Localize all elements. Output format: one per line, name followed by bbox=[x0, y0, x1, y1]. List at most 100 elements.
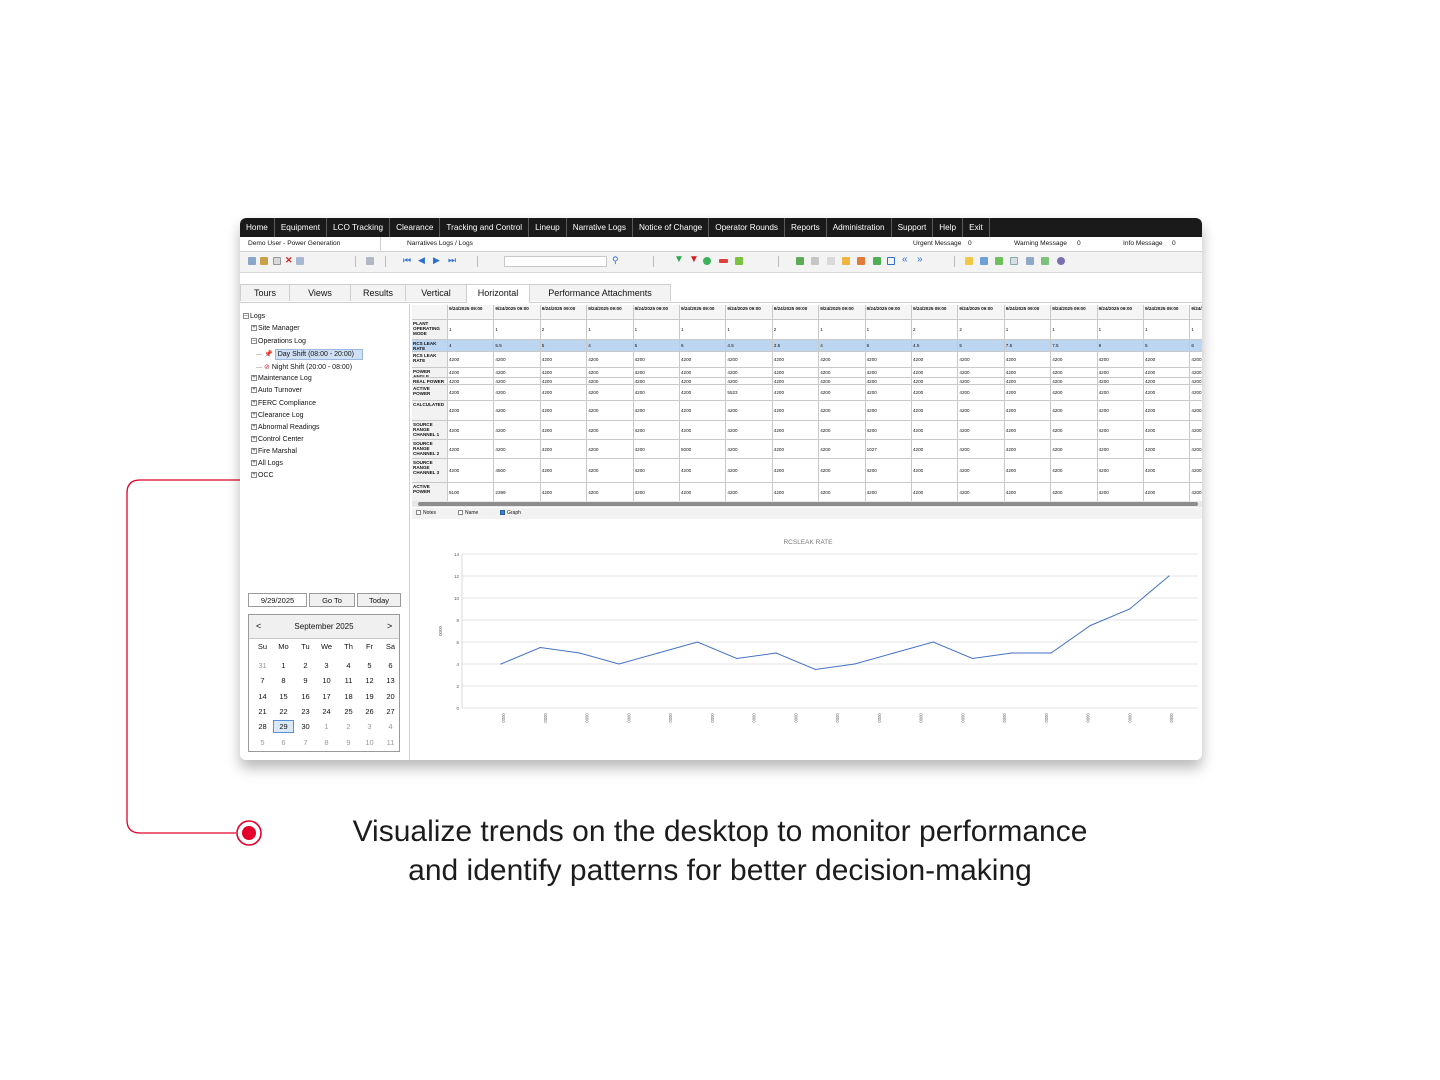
check-icon[interactable] bbox=[811, 257, 819, 265]
grid-cell[interactable]: 3.5 bbox=[772, 340, 820, 352]
grid-cell[interactable]: 4200 bbox=[680, 385, 727, 401]
tab-performance-attachments[interactable]: Performance Attachments bbox=[529, 284, 671, 301]
calendar-day[interactable]: 2 bbox=[295, 661, 316, 670]
calendar-day[interactable]: 15 bbox=[273, 692, 294, 701]
grid-cell[interactable]: 4.5 bbox=[912, 340, 959, 352]
grid-cell[interactable]: 4200 bbox=[633, 385, 680, 401]
grid-cell[interactable]: 4200 bbox=[772, 378, 820, 385]
grid-cell[interactable]: 4200 bbox=[1097, 421, 1144, 440]
grid-cell[interactable]: 4200 bbox=[587, 440, 634, 459]
grid-cell[interactable]: 4200 bbox=[494, 378, 541, 385]
grid-cell[interactable]: 4200 bbox=[726, 378, 773, 385]
calendar-day[interactable]: 26 bbox=[359, 707, 380, 716]
calendar-day[interactable]: 10 bbox=[316, 676, 337, 685]
urgent-message-label[interactable]: Urgent Message bbox=[913, 240, 961, 247]
grid-cell[interactable]: 5 bbox=[540, 340, 588, 352]
grid-cell[interactable]: 4 bbox=[448, 340, 495, 352]
tree-item-occ[interactable]: + OCC bbox=[251, 472, 274, 479]
chevron-left-icon[interactable]: « bbox=[902, 255, 910, 265]
grid-cell[interactable]: 4200 bbox=[587, 421, 634, 440]
grid-cell[interactable]: 4200 bbox=[1004, 368, 1052, 378]
grid-cell[interactable]: 4200 bbox=[772, 401, 820, 421]
grid-cell[interactable]: 4200 bbox=[540, 401, 588, 421]
grid-cell[interactable]: 4200 bbox=[448, 459, 495, 483]
grid-cell[interactable]: 4200 bbox=[1051, 483, 1098, 501]
grid-cell[interactable]: 4200 bbox=[1051, 401, 1098, 421]
horizontal-scrollbar[interactable] bbox=[412, 501, 1202, 507]
grid-cell[interactable]: 4200 bbox=[541, 483, 588, 501]
grid-cell[interactable]: 5100 bbox=[448, 483, 495, 501]
menu-item-lineup[interactable]: Lineup bbox=[529, 218, 567, 237]
grid-cell[interactable]: 4200 bbox=[1097, 440, 1144, 459]
grid-cell[interactable]: 4200 bbox=[958, 459, 1005, 483]
grid-cell[interactable]: 4200 bbox=[819, 352, 866, 368]
option-name[interactable]: Name bbox=[458, 510, 478, 516]
copy-icon[interactable] bbox=[296, 257, 304, 265]
grid-cell[interactable]: 1 bbox=[587, 320, 634, 340]
grid-cell[interactable]: 1 bbox=[1144, 320, 1191, 340]
go-to-button[interactable]: Go To bbox=[309, 593, 355, 607]
grid-cell[interactable]: 4200 bbox=[1190, 440, 1202, 459]
grid-cell[interactable]: 4200 bbox=[1144, 440, 1191, 459]
grid-cell[interactable]: 4200 bbox=[912, 421, 959, 440]
grid-cell[interactable]: 4200 bbox=[772, 385, 820, 401]
expand-icon[interactable]: + bbox=[251, 400, 257, 407]
grid-cell[interactable]: 4200 bbox=[726, 459, 773, 483]
grid-cell[interactable]: 4200 bbox=[865, 385, 912, 401]
menu-item-exit[interactable]: Exit bbox=[963, 218, 990, 237]
next-month-button[interactable]: > bbox=[387, 621, 392, 631]
grid-cell[interactable]: 4200 bbox=[1097, 378, 1144, 385]
grid-cell[interactable]: 4200 bbox=[958, 378, 1005, 385]
grid-cell[interactable]: 4200 bbox=[1144, 459, 1191, 483]
grid-cell[interactable]: 4200 bbox=[912, 440, 959, 459]
calendar-day[interactable]: 18 bbox=[338, 692, 359, 701]
new-document-icon[interactable] bbox=[273, 257, 281, 265]
grid-cell[interactable]: 4200 bbox=[494, 421, 541, 440]
grid-cell[interactable]: 4200 bbox=[1144, 352, 1191, 368]
calendar-day[interactable]: 10 bbox=[359, 738, 380, 747]
grid-cell[interactable]: 4500 bbox=[494, 459, 541, 483]
tree-item-fire-marshal[interactable]: + Fire Marshal bbox=[251, 448, 297, 455]
calendar-day[interactable]: 4 bbox=[338, 661, 359, 670]
menu-item-help[interactable]: Help bbox=[933, 218, 964, 237]
refresh-icon[interactable] bbox=[796, 257, 804, 265]
hand-icon[interactable] bbox=[827, 257, 835, 265]
grid-cell[interactable]: 4200 bbox=[1144, 368, 1191, 378]
calendar-day[interactable]: 30 bbox=[295, 722, 316, 731]
calendar-day[interactable]: 17 bbox=[316, 692, 337, 701]
edit-icon[interactable] bbox=[1026, 257, 1034, 265]
expand-icon[interactable]: + bbox=[251, 448, 257, 455]
grid-cell[interactable]: 4200 bbox=[1190, 352, 1202, 368]
grid-cell[interactable]: 4200 bbox=[1004, 401, 1052, 421]
grid-cell[interactable]: 4200 bbox=[1051, 378, 1098, 385]
grid-cell[interactable]: 4.5 bbox=[726, 340, 773, 352]
grid-cell[interactable]: 4200 bbox=[726, 352, 773, 368]
grid-cell[interactable]: 2399 bbox=[494, 483, 541, 501]
calendar-day[interactable]: 25 bbox=[338, 707, 359, 716]
tab-horizontal[interactable]: Horizontal bbox=[466, 284, 530, 303]
grid-cell[interactable]: 4200 bbox=[912, 378, 959, 385]
undo-icon[interactable] bbox=[260, 257, 268, 265]
menu-item-notice-of-change[interactable]: Notice of Change bbox=[633, 218, 710, 237]
grid-cell[interactable]: 4200 bbox=[540, 378, 588, 385]
grid-cell[interactable]: 4200 bbox=[726, 421, 773, 440]
grid-cell[interactable]: 5 bbox=[1144, 340, 1191, 352]
grid-cell[interactable]: 4200 bbox=[448, 440, 495, 459]
grid-cell[interactable]: 4200 bbox=[448, 385, 495, 401]
calendar-day[interactable]: 28 bbox=[252, 722, 273, 731]
grid-cell[interactable]: 4200 bbox=[772, 421, 820, 440]
calendar-day[interactable]: 8 bbox=[316, 738, 337, 747]
grid-cell[interactable]: 1 bbox=[1004, 320, 1052, 340]
grid-cell[interactable]: 4200 bbox=[772, 459, 820, 483]
grid-cell[interactable]: 4200 bbox=[494, 440, 541, 459]
last-record-icon[interactable]: ⏭ bbox=[448, 256, 456, 265]
grid-cell[interactable]: 4200 bbox=[680, 378, 727, 385]
grid-cell[interactable]: 7.5 bbox=[1004, 340, 1052, 352]
grid-cell[interactable]: 4200 bbox=[448, 401, 495, 421]
grid-cell[interactable]: 4200 bbox=[912, 459, 959, 483]
grid-cell[interactable]: 4200 bbox=[819, 385, 866, 401]
grid-cell[interactable]: 4200 bbox=[448, 378, 495, 385]
grid-cell[interactable]: 4200 bbox=[1144, 401, 1191, 421]
grid-cell[interactable]: 5523 bbox=[726, 385, 773, 401]
grid-cell[interactable]: 4200 bbox=[819, 368, 866, 378]
